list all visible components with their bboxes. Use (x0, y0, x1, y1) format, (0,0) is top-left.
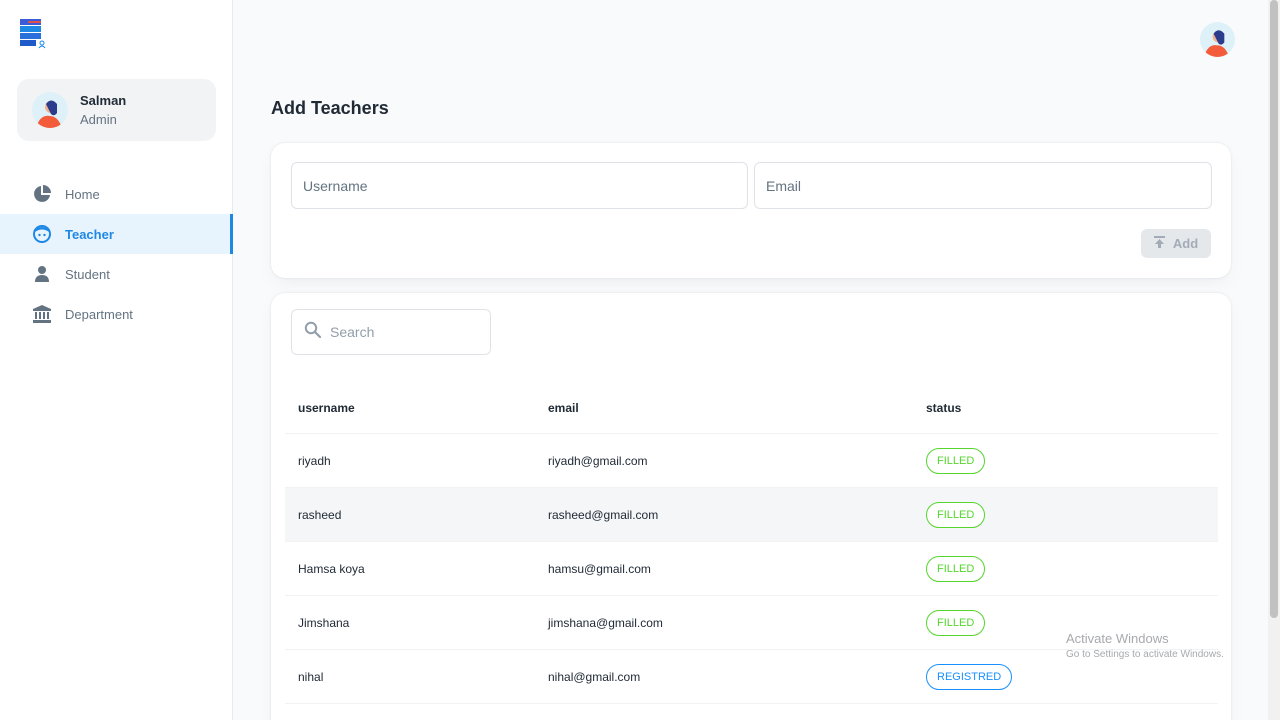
add-button[interactable]: Add (1141, 229, 1211, 258)
column-header-status[interactable]: status (926, 383, 961, 433)
email-field[interactable] (754, 162, 1212, 209)
cell-email: rasheed@gmail.com (548, 507, 659, 522)
cell-username: nihal (298, 669, 324, 684)
status-badge: REGISTRED (926, 663, 1013, 690)
cell-email: riyadh@gmail.com (548, 453, 648, 468)
sidebar-nav: Home Teacher Student Department (0, 174, 233, 334)
sidebar-item-label: Home (65, 186, 100, 202)
sidebar-item-department[interactable]: Department (0, 294, 233, 334)
avatar (32, 92, 68, 128)
add-teacher-card: Add (271, 143, 1231, 278)
cell-email: hamsu@gmail.com (548, 561, 651, 576)
bank-icon (33, 305, 51, 323)
sidebar-item-label: Student (65, 266, 110, 282)
table-row[interactable]: rasheed rasheed@gmail.com FILLED (285, 488, 1218, 542)
status-badge: FILLED (926, 609, 986, 636)
sidebar-item-label: Teacher (65, 226, 114, 242)
vertical-scrollbar[interactable] (1268, 0, 1280, 720)
status-badge: FILLED (926, 447, 986, 474)
page-title: Add Teachers (271, 98, 389, 118)
person-icon (33, 265, 51, 283)
table-header-row: username email status (285, 383, 1218, 434)
sidebar-item-student[interactable]: Student (0, 254, 233, 294)
search-input[interactable] (330, 324, 480, 340)
table-row[interactable]: riyadh riyadh@gmail.com FILLED (285, 434, 1218, 488)
activation-watermark: Activate Windows Go to Settings to activ… (1066, 631, 1224, 660)
column-header-email[interactable]: email (548, 383, 579, 433)
sidebar: Salman Admin Home Teacher Student Depart… (0, 0, 233, 720)
cell-username: rasheed (298, 507, 342, 522)
cell-username: Hamsa koya (298, 561, 365, 576)
email-input[interactable] (755, 163, 1211, 208)
username-field[interactable] (291, 162, 748, 209)
status-badge: FILLED (926, 555, 986, 582)
cell-email: nihal@gmail.com (548, 669, 641, 684)
watermark-title: Activate Windows (1066, 631, 1169, 646)
upload-icon (1153, 236, 1165, 251)
watermark-subtitle: Go to Settings to activate Windows. (1066, 649, 1224, 660)
app-logo-icon[interactable] (20, 19, 46, 49)
sidebar-item-teacher[interactable]: Teacher (0, 214, 233, 254)
cell-username: Jimshana (298, 615, 350, 630)
table-row[interactable]: Hamsa koya hamsu@gmail.com FILLED (285, 542, 1218, 596)
face-icon (33, 225, 51, 243)
search-field[interactable] (291, 309, 491, 355)
account-card[interactable]: Salman Admin (17, 79, 216, 141)
search-icon (304, 321, 322, 343)
add-button-label: Add (1172, 236, 1199, 251)
account-avatar-button[interactable] (1200, 22, 1235, 57)
user-name: Salman (80, 93, 127, 108)
cell-email: jimshana@gmail.com (548, 615, 663, 630)
user-role: Admin (80, 112, 117, 127)
status-badge: FILLED (926, 501, 986, 528)
cell-username: riyadh (298, 453, 331, 468)
sidebar-item-home[interactable]: Home (0, 174, 233, 214)
scrollbar-thumb[interactable] (1270, 0, 1278, 618)
sidebar-item-label: Department (65, 306, 133, 322)
pie-chart-icon (33, 185, 51, 203)
username-input[interactable] (292, 163, 747, 208)
column-header-username[interactable]: username (298, 383, 355, 433)
